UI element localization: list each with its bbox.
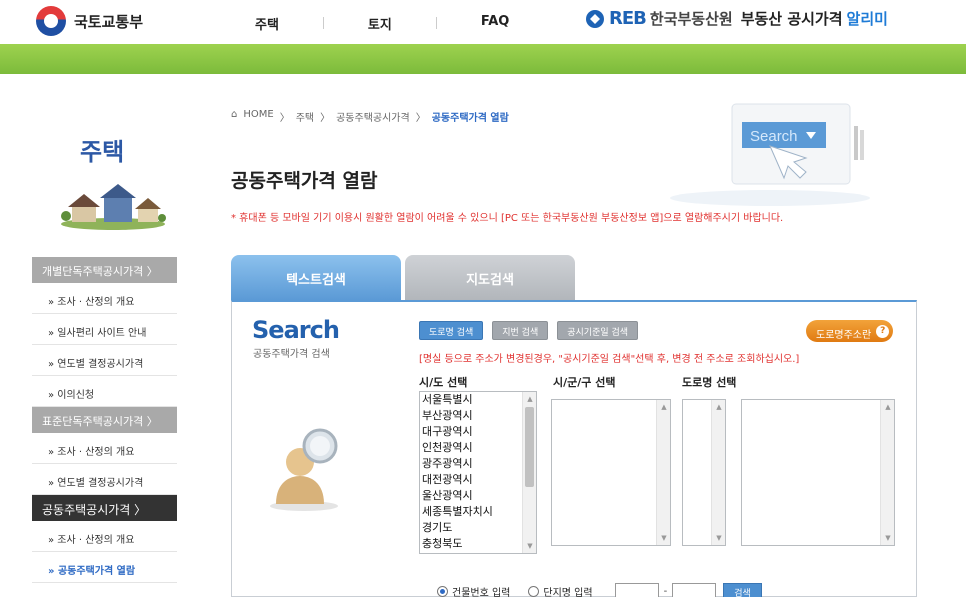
- sigungu-scrollbar[interactable]: ▲ ▼: [656, 400, 670, 545]
- sidebar-item-survey-overview[interactable]: » 조사 · 산정의 개요: [32, 283, 177, 314]
- sigungu-listbox[interactable]: ▲ ▼: [551, 399, 671, 546]
- scroll-up-icon[interactable]: ▲: [881, 400, 894, 414]
- sido-option[interactable]: 대전광역시: [420, 472, 536, 488]
- scroll-up-icon[interactable]: ▲: [712, 400, 725, 414]
- nav-faq[interactable]: FAQ: [481, 14, 554, 33]
- road-search-button[interactable]: 도로명 검색: [419, 321, 484, 340]
- road-address-info-label: 도로명주소란: [816, 329, 872, 341]
- scroll-down-icon[interactable]: ▼: [523, 539, 536, 553]
- search-monitor-illustration-icon: Search: [670, 103, 870, 206]
- building-number-label: 건물번호 입력: [452, 587, 511, 597]
- nav-housing[interactable]: 주택: [255, 14, 323, 33]
- sidebar-item-survey-overview-3[interactable]: » 조사 · 산정의 개요: [32, 521, 177, 552]
- sidebar-item-survey-overview-2[interactable]: » 조사 · 산정의 개요: [32, 433, 177, 464]
- nav-divider: [435, 17, 437, 29]
- nav-divider: [322, 17, 324, 29]
- sido-scrollbar[interactable]: ▲ ▼: [522, 392, 536, 553]
- help-icon: ?: [876, 324, 890, 338]
- scroll-down-icon[interactable]: ▼: [657, 531, 670, 545]
- reb-logo[interactable]: REB 한국부동산원 부동산 공시가격 알리미: [585, 8, 888, 29]
- scroll-down-icon[interactable]: ▼: [881, 531, 894, 545]
- sigungu-label: 시/군/구 선택: [553, 376, 616, 389]
- illustration-search-text: Search: [750, 128, 798, 145]
- breadcrumb-housing[interactable]: 주택: [296, 109, 314, 124]
- green-banner-bar: [0, 44, 966, 74]
- top-header: 국토교통부 주택 토지 FAQ REB 한국부동산원 부동산 공시가격 알리미: [0, 0, 966, 44]
- lot-search-button[interactable]: 지번 검색: [492, 321, 549, 340]
- search-heading: Search: [252, 316, 340, 344]
- ministry-emblem-icon: [36, 6, 66, 36]
- sidebar-cat-standard-house[interactable]: 표준단독주택공시가격 〉: [32, 407, 177, 433]
- breadcrumb-current: 공동주택가격 열람: [431, 113, 509, 124]
- tab-map-search[interactable]: 지도검색: [405, 255, 575, 300]
- sidebar-menu: 개별단독주택공시가격 〉 » 조사 · 산정의 개요 » 일사편리 사이트 안내…: [32, 257, 177, 583]
- search-mode-buttons: 도로명 검색 지번 검색 공시기준일 검색: [419, 321, 639, 340]
- sido-option[interactable]: 인천광역시: [420, 440, 536, 456]
- global-nav: 주택 토지 FAQ: [255, 14, 553, 33]
- chevron-right-icon: 〉: [415, 113, 426, 124]
- nav-land[interactable]: 토지: [368, 14, 436, 33]
- reb-mark: REB: [609, 8, 647, 29]
- sidebar-title: 주택: [80, 138, 125, 166]
- breadcrumb-apartment[interactable]: 공동주택공시가격: [336, 109, 410, 124]
- sido-option[interactable]: 대구광역시: [420, 424, 536, 440]
- building-number-radio[interactable]: [437, 585, 448, 597]
- sido-label: 시/도 선택: [419, 376, 468, 389]
- road-initial-scrollbar[interactable]: ▲ ▼: [711, 400, 725, 545]
- mobile-notice: * 휴대폰 등 모바일 기기 이용시 원활한 열람이 어려울 수 있으니 [PC…: [231, 213, 784, 224]
- road-initial-listbox[interactable]: ▲ ▼: [682, 399, 726, 546]
- sido-option[interactable]: 서울특별시: [420, 392, 536, 408]
- service-title: 부동산 공시가격: [740, 10, 843, 28]
- ministry-name: 국토교통부: [74, 12, 144, 31]
- sidebar-item-apartment-price[interactable]: » 공동주택가격 열람: [32, 552, 177, 583]
- sidebar-item-ilsa-site[interactable]: » 일사편리 사이트 안내: [32, 314, 177, 345]
- sidebar-cat-individual-house[interactable]: 개별단독주택공시가격 〉: [32, 257, 177, 283]
- sidebar-item-yearly-price-2[interactable]: » 연도별 결정공시가격: [32, 464, 177, 495]
- scroll-up-icon[interactable]: ▲: [657, 400, 670, 414]
- chevron-right-icon: 〉: [279, 113, 290, 124]
- scroll-up-icon[interactable]: ▲: [523, 392, 536, 406]
- reb-name: 한국부동산원: [649, 10, 733, 28]
- sidebar-cat-apartment[interactable]: 공동주택공시가격 〉: [32, 495, 177, 521]
- reb-emblem-icon: [586, 9, 604, 28]
- road-address-info-button[interactable]: 도로명주소란 ?: [806, 320, 893, 342]
- sido-option[interactable]: 경기도: [420, 520, 536, 536]
- ministry-logo[interactable]: 국토교통부: [36, 6, 143, 36]
- road-label: 도로명 선택: [682, 376, 737, 389]
- sidebar-item-objection[interactable]: » 이의신청: [32, 376, 177, 407]
- search-subheading: 공동주택가격 검색: [253, 349, 330, 360]
- search-panel: Search 공동주택가격 검색 도로명 검색 지번 검색 공시기준일 검색 도…: [231, 300, 917, 597]
- scroll-thumb[interactable]: [525, 407, 534, 487]
- page-title: 공동주택가격 열람: [231, 170, 378, 192]
- tab-text-search[interactable]: 텍스트검색: [231, 255, 401, 300]
- houses-illustration-icon: [61, 184, 166, 230]
- complex-name-radio[interactable]: [528, 585, 540, 597]
- breadcrumb: ⌂ HOME 〉 주택 〉 공동주택공시가격 〉 공동주택가격 열람: [231, 109, 509, 124]
- sido-option[interactable]: 세종특별자치시: [420, 504, 536, 520]
- road-name-scrollbar[interactable]: ▲ ▼: [880, 400, 894, 545]
- user-magnifier-illustration-icon: [270, 428, 338, 511]
- breadcrumb-home[interactable]: HOME: [243, 109, 273, 124]
- sido-option[interactable]: 부산광역시: [420, 408, 536, 424]
- input-mode-row: 건물번호 입력 단지명 입력 - 검색: [437, 583, 762, 597]
- sido-option[interactable]: 광주광역시: [420, 456, 536, 472]
- service-title-accent: 알리미: [846, 10, 888, 28]
- scroll-down-icon[interactable]: ▼: [712, 531, 725, 545]
- building-main-number-input[interactable]: [614, 583, 659, 597]
- search-submit-button[interactable]: 검색: [723, 583, 762, 597]
- road-name-listbox[interactable]: ▲ ▼: [741, 399, 895, 546]
- sido-option[interactable]: 충청북도: [420, 536, 536, 552]
- sidebar-item-yearly-price[interactable]: » 연도별 결정공시가격: [32, 345, 177, 376]
- number-dash: -: [663, 585, 668, 597]
- address-change-warning: [명실 등으로 주소가 변경된경우, "공시기준일 검색"선택 후, 변경 전 …: [419, 354, 800, 365]
- sido-listbox[interactable]: 서울특별시 부산광역시 대구광역시 인천광역시 광주광역시 대전광역시 울산광역…: [419, 391, 537, 554]
- building-sub-number-input[interactable]: [672, 583, 717, 597]
- chevron-right-icon: 〉: [320, 113, 331, 124]
- date-search-button[interactable]: 공시기준일 검색: [557, 321, 639, 340]
- sido-option[interactable]: 울산광역시: [420, 488, 536, 504]
- home-icon: ⌂: [231, 109, 238, 120]
- complex-name-label: 단지명 입력: [543, 587, 593, 597]
